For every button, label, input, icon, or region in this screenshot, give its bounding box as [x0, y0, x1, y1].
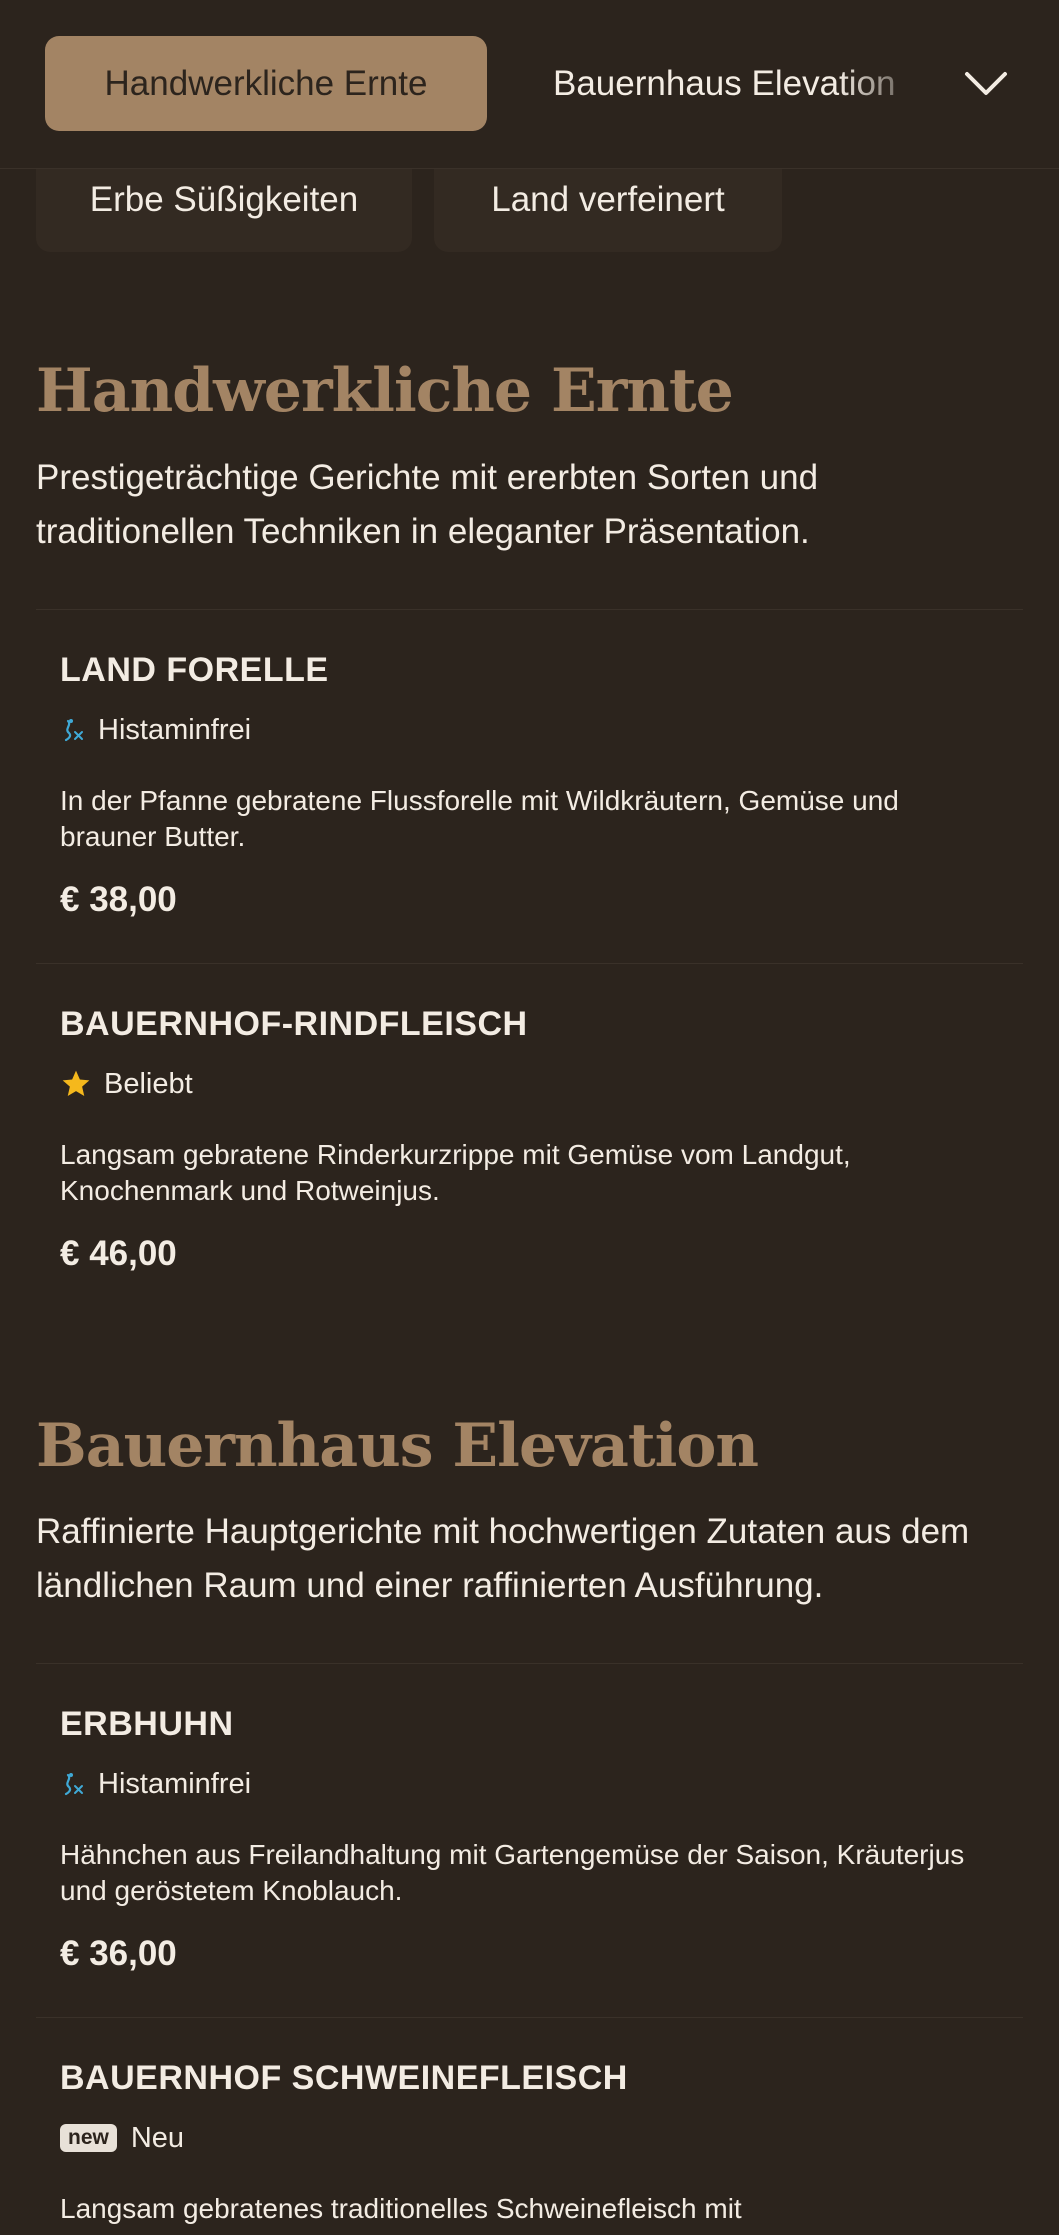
dish-tag-label: Neu: [130, 2121, 185, 2154]
dish-price: € 36,00: [60, 1934, 177, 1973]
divider: [36, 963, 1023, 964]
dish-price: € 38,00: [60, 880, 177, 919]
category-tab-active[interactable]: Handwerkliche Ernte: [45, 36, 487, 131]
histamine-free-icon: [60, 1771, 86, 1797]
new-badge-icon: new: [60, 2124, 117, 2152]
dish-name: ERBHUHN: [60, 1705, 234, 1743]
section-title: Bauernhaus Elevation: [36, 1411, 759, 1481]
category-nav: Handwerkliche Ernte Bauernhaus Elevation: [0, 0, 1059, 169]
histamine-free-icon: [60, 717, 86, 743]
divider: [36, 609, 1023, 610]
dish-tag: Histaminfrei: [60, 1767, 251, 1801]
menu-page: Handwerkliche Ernte Bauernhaus Elevation…: [0, 0, 1059, 2235]
divider: [36, 1663, 1023, 1664]
dish-tag: Histaminfrei: [60, 713, 251, 747]
dish-tag-label: Histaminfrei: [98, 1767, 252, 1800]
dish-price: € 46,00: [60, 1234, 177, 1273]
dish-tag-label: Histaminfrei: [98, 713, 252, 746]
dish-name: BAUERNHOF SCHWEINEFLEISCH: [60, 2059, 628, 2097]
section-title: Handwerkliche Ernte: [36, 356, 734, 426]
section-description: Prestigeträchtige Gerichte mit ererbten …: [36, 458, 819, 551]
dish-description: In der Pfanne gebratene Flussforelle mit…: [60, 785, 899, 852]
dish-description: Langsam gebratene Rinderkurzrippe mit Ge…: [60, 1139, 851, 1206]
category-tab[interactable]: Bauernhaus Elevation: [553, 36, 933, 131]
dish-tag: new Neu: [60, 2121, 184, 2155]
dish-tag-label: Beliebt: [104, 1067, 193, 1100]
dish-description: Hähnchen aus Freilandhaltung mit Garteng…: [60, 1839, 965, 1906]
divider: [36, 2017, 1023, 2018]
section-description: Raffinierte Hauptgerichte mit hochwertig…: [36, 1512, 970, 1605]
dish-description: Langsam gebratenes traditionelles Schwei…: [60, 2193, 742, 2224]
dish-name: LAND FORELLE: [60, 651, 329, 689]
star-icon: [60, 1068, 92, 1100]
dish-tag: Beliebt: [60, 1067, 193, 1101]
dish-name: BAUERNHOF-RINDFLEISCH: [60, 1005, 528, 1043]
chevron-down-icon[interactable]: [960, 60, 1012, 108]
